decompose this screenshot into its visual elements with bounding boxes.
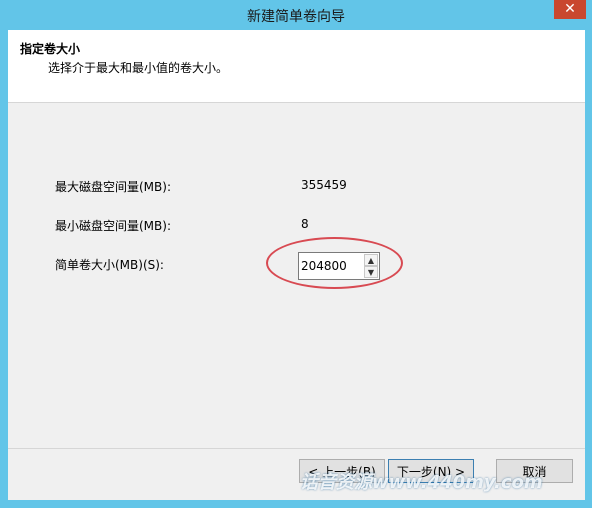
title-bar: 新建简单卷向导 ✕ (0, 0, 592, 30)
volume-size-stepper[interactable]: ▲ ▼ (298, 252, 380, 280)
max-size-label: 最大磁盘空间量(MB): (55, 180, 171, 194)
min-size-value: 8 (301, 217, 309, 231)
page-title: 指定卷大小 (20, 42, 81, 56)
volume-size-label: 简单卷大小(MB)(S): (55, 258, 164, 272)
spin-down-button[interactable]: ▼ (364, 266, 378, 278)
footer-divider (8, 448, 585, 449)
volume-size-input[interactable] (301, 257, 361, 275)
spin-up-button[interactable]: ▲ (364, 254, 378, 266)
close-icon: ✕ (564, 1, 576, 17)
min-size-label: 最小磁盘空间量(MB): (55, 219, 171, 233)
chevron-down-icon: ▼ (367, 268, 375, 277)
chevron-up-icon: ▲ (367, 256, 375, 265)
page-subtitle: 选择介于最大和最小值的卷大小。 (48, 61, 229, 75)
wizard-body: 指定卷大小 选择介于最大和最小值的卷大小。 最大磁盘空间量(MB): 35545… (8, 30, 585, 500)
wizard-header: 指定卷大小 选择介于最大和最小值的卷大小。 (8, 30, 585, 103)
max-size-value: 355459 (301, 178, 347, 192)
window-title: 新建简单卷向导 (247, 9, 345, 25)
watermark: 话音资源www.440my.com (300, 472, 543, 493)
close-button[interactable]: ✕ (554, 0, 586, 19)
